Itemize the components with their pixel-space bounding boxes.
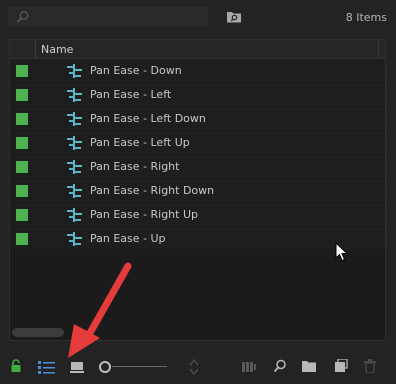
sequence-icon [67,160,82,174]
bottom-toolbar [0,350,396,384]
search-input[interactable] [8,7,208,27]
item-list: Pan Ease - Down Pan Ease - Left Pan Ease… [10,59,385,251]
new-item-icon[interactable] [334,359,348,373]
column-divider[interactable] [35,40,36,58]
sequence-icon [67,208,82,222]
list-item[interactable]: Pan Ease - Right Down [10,179,385,203]
lock-icon[interactable] [10,359,22,373]
item-name: Pan Ease - Right Up [90,208,198,221]
zoom-slider-track[interactable] [112,366,167,367]
label-color-swatch[interactable] [16,233,28,245]
find-icon[interactable] [273,359,287,373]
sequence-icon [67,88,82,102]
sequence-icon [67,112,82,126]
zoom-slider-handle[interactable] [99,361,111,373]
item-name: Pan Ease - Left Up [90,136,190,149]
label-color-swatch[interactable] [16,113,28,125]
sequence-icon [67,184,82,198]
list-item[interactable]: Pan Ease - Left Down [10,107,385,131]
list-item[interactable]: Pan Ease - Up [10,227,385,251]
label-color-swatch[interactable] [16,161,28,173]
list-item[interactable]: Pan Ease - Left [10,83,385,107]
project-toolbar: 8 Items [0,0,396,36]
mouse-cursor-icon [335,242,349,262]
item-count: 8 Items [345,11,387,24]
column-header-name[interactable]: Name [41,43,73,56]
sequence-icon [67,136,82,150]
list-item[interactable]: Pan Ease - Right Up [10,203,385,227]
item-name: Pan Ease - Left [90,88,172,101]
item-name: Pan Ease - Right [90,160,180,173]
list-item[interactable]: Pan Ease - Down [10,59,385,83]
list-item[interactable]: Pan Ease - Left Up [10,131,385,155]
sort-icon[interactable] [189,359,199,375]
list-header: Name [10,40,385,59]
trash-icon[interactable] [364,359,376,373]
sequence-icon [67,64,82,78]
item-name: Pan Ease - Up [90,232,166,245]
label-color-swatch[interactable] [16,137,28,149]
search-icon [16,11,29,23]
label-color-swatch[interactable] [16,65,28,77]
list-item[interactable]: Pan Ease - Right [10,155,385,179]
horizontal-scrollbar[interactable] [12,328,64,337]
new-bin-icon[interactable] [301,360,317,373]
list-view-icon[interactable] [38,360,56,374]
automate-to-sequence-icon[interactable] [242,361,256,373]
icon-view-icon[interactable] [70,361,84,373]
label-color-swatch[interactable] [16,209,28,221]
label-color-swatch[interactable] [16,89,28,101]
label-color-swatch[interactable] [16,185,28,197]
new-search-bin-button[interactable] [226,9,242,28]
folder-search-icon [227,12,241,23]
annotation-arrow-icon [68,262,132,358]
item-name: Pan Ease - Down [90,64,182,77]
item-name: Pan Ease - Left Down [90,112,206,125]
item-name: Pan Ease - Right Down [90,184,215,197]
column-divider[interactable] [378,40,379,58]
sequence-icon [67,232,82,246]
